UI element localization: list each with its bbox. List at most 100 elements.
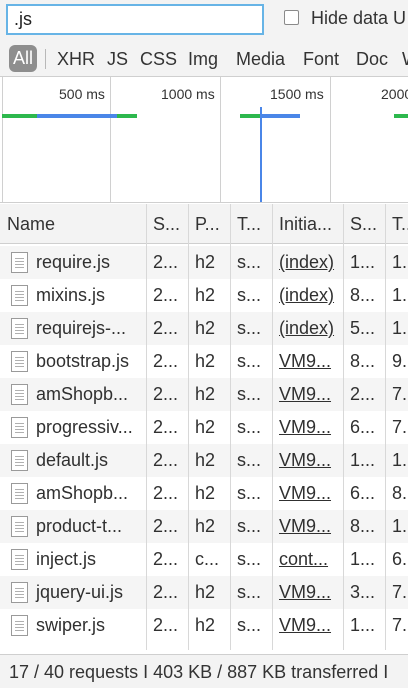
cell-size: 6...	[350, 417, 376, 437]
cell-name: amShopb...	[36, 483, 129, 503]
overview-grid-line	[2, 77, 3, 202]
request-row[interactable]: bootstrap.js 2... h2 s... VM9... 8... 9.	[0, 345, 408, 378]
cell-name: requirejs-...	[36, 318, 127, 338]
cell-type: s...	[237, 450, 262, 470]
script-file-icon	[11, 450, 28, 471]
request-row[interactable]: progressiv... 2... h2 s... VM9... 6... 7.	[0, 411, 408, 444]
cell-initiator[interactable]: VM9...	[272, 345, 343, 378]
cell-size: 8...	[350, 351, 376, 371]
cell-status: 2...	[153, 252, 179, 272]
cell-status: 2...	[153, 582, 179, 602]
type-filter-xhr[interactable]: XHR	[57, 49, 95, 70]
cell-initiator[interactable]: VM9...	[272, 510, 343, 543]
cell-protocol: h2	[195, 384, 216, 404]
cell-initiator[interactable]: (index)	[272, 279, 343, 312]
cell-protocol: h2	[195, 285, 216, 305]
column-header-name[interactable]: Name	[0, 204, 146, 244]
cell-initiator[interactable]: VM9...	[272, 378, 343, 411]
overview-waiting-bar	[2, 114, 37, 118]
overview-download-bar	[37, 114, 117, 118]
column-header-protocol[interactable]: P...	[188, 204, 230, 244]
requests-table-header: Name S... P... T... Initia... S... T...	[0, 204, 408, 244]
filter-input[interactable]	[6, 4, 264, 35]
cell-status: 2...	[153, 417, 179, 437]
cell-name: default.js	[36, 450, 109, 470]
script-file-icon	[11, 351, 28, 372]
cell-initiator[interactable]: VM9...	[272, 576, 343, 609]
request-row[interactable]: jquery-ui.js 2... h2 s... VM9... 3... 7.	[0, 576, 408, 609]
cell-initiator[interactable]: VM9...	[272, 444, 343, 477]
request-row[interactable]: requirejs-... 2... h2 s... (index) 5... 1.	[0, 312, 408, 345]
column-header-status[interactable]: S...	[146, 204, 188, 244]
cell-initiator[interactable]: VM9...	[272, 477, 343, 510]
cell-name: inject.js	[36, 549, 97, 569]
column-divider[interactable]	[146, 204, 147, 650]
cell-size: 1...	[350, 549, 376, 569]
type-filter-doc[interactable]: Doc	[356, 49, 388, 70]
column-divider[interactable]	[343, 204, 344, 650]
overview-grid-line	[110, 77, 111, 202]
cell-time: 1.	[392, 318, 408, 338]
column-header-size[interactable]: S...	[343, 204, 385, 244]
cell-protocol: h2	[195, 450, 216, 470]
request-row[interactable]: amShopb... 2... h2 s... VM9... 2... 7.	[0, 378, 408, 411]
hide-data-urls-checkbox[interactable]	[284, 10, 299, 25]
column-divider[interactable]	[230, 204, 231, 650]
script-file-icon	[11, 549, 28, 570]
request-row[interactable]: amShopb... 2... h2 s... VM9... 6... 8.	[0, 477, 408, 510]
cell-protocol: h2	[195, 582, 216, 602]
cell-protocol: h2	[195, 516, 216, 536]
cell-type: s...	[237, 516, 262, 536]
request-row[interactable]: require.js 2... h2 s... (index) 1... 1.	[0, 246, 408, 279]
overview-tick-1500: 1500 ms	[270, 86, 324, 102]
column-header-type[interactable]: T...	[230, 204, 272, 244]
cell-status: 2...	[153, 351, 179, 371]
cell-name: progressiv...	[36, 417, 133, 437]
type-filter-img[interactable]: Img	[188, 49, 218, 70]
script-file-icon	[11, 318, 28, 339]
cell-status: 2...	[153, 615, 179, 635]
column-divider[interactable]	[188, 204, 189, 650]
script-file-icon	[11, 582, 28, 603]
type-filter-ws[interactable]: W	[402, 49, 408, 70]
column-divider[interactable]	[272, 204, 273, 650]
cell-type: s...	[237, 252, 262, 272]
cell-status: 2...	[153, 483, 179, 503]
script-file-icon	[11, 615, 28, 636]
request-row[interactable]: product-t... 2... h2 s... VM9... 8... 1.	[0, 510, 408, 543]
cell-initiator[interactable]: (index)	[272, 312, 343, 345]
column-divider[interactable]	[385, 204, 386, 650]
cell-initiator[interactable]: (index)	[272, 246, 343, 279]
overview-grid-line	[220, 77, 221, 202]
cell-name: amShopb...	[36, 384, 129, 404]
cell-type: s...	[237, 384, 262, 404]
request-row[interactable]: swiper.js 2... h2 s... VM9... 1... 7.	[0, 609, 408, 642]
type-filter-js[interactable]: JS	[107, 49, 128, 70]
type-filter-font[interactable]: Font	[303, 49, 339, 70]
overview-tick-500: 500 ms	[59, 86, 105, 102]
cell-status: 2...	[153, 384, 179, 404]
cell-name: mixins.js	[36, 285, 106, 305]
filter-toolbar: Hide data U	[0, 0, 408, 40]
type-filter-all[interactable]: All	[9, 45, 37, 72]
cell-type: s...	[237, 417, 262, 437]
cell-name: swiper.js	[36, 615, 106, 635]
cell-size: 1...	[350, 615, 376, 635]
cell-initiator[interactable]: VM9...	[272, 609, 343, 642]
type-filter-css[interactable]: CSS	[140, 49, 177, 70]
cell-size: 1...	[350, 450, 376, 470]
cell-type: s...	[237, 549, 262, 569]
cell-size: 8...	[350, 285, 376, 305]
column-header-time[interactable]: T...	[385, 204, 408, 244]
column-header-initiator[interactable]: Initia...	[272, 204, 343, 244]
request-row[interactable]: default.js 2... h2 s... VM9... 1... 1.	[0, 444, 408, 477]
request-row[interactable]: inject.js 2... c... s... cont... 1... 6.	[0, 543, 408, 576]
cell-initiator[interactable]: cont...	[272, 543, 343, 576]
type-filter-media[interactable]: Media	[236, 49, 285, 70]
script-file-icon	[11, 384, 28, 405]
network-overview-timeline[interactable]: 500 ms 1000 ms 1500 ms 2000	[0, 77, 408, 203]
request-row[interactable]: mixins.js 2... h2 s... (index) 8... 1.	[0, 279, 408, 312]
hide-data-urls-label[interactable]: Hide data U	[311, 8, 406, 29]
cell-initiator[interactable]: VM9...	[272, 411, 343, 444]
cell-name: jquery-ui.js	[36, 582, 124, 602]
